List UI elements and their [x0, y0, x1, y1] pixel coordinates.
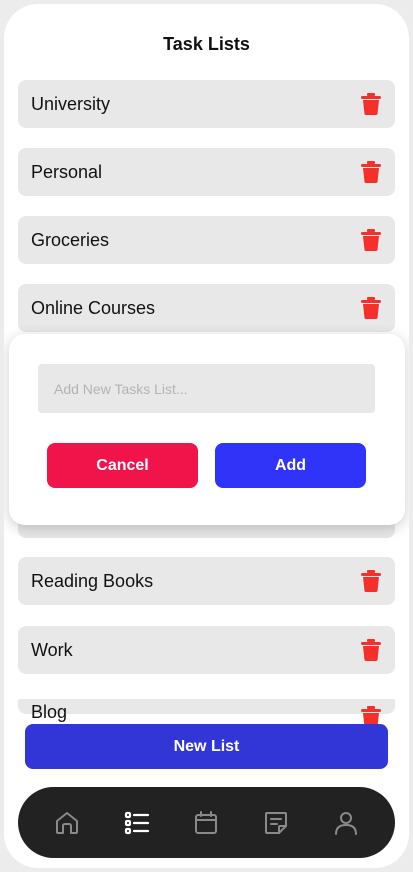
trash-icon[interactable] — [361, 161, 381, 183]
notes-icon — [265, 811, 288, 834]
add-button[interactable]: Add — [215, 443, 366, 488]
user-icon — [335, 811, 358, 835]
tab-profile[interactable] — [329, 806, 363, 840]
list-item-label: Personal — [31, 161, 103, 182]
add-list-modal: Cancel Add — [9, 334, 405, 525]
page-title: Task Lists — [163, 34, 250, 54]
list-icon — [124, 811, 149, 834]
tab-lists[interactable] — [120, 806, 154, 840]
new-list-button[interactable]: New List — [25, 724, 388, 769]
tab-calendar[interactable] — [189, 806, 223, 840]
list-item-label: Work — [31, 639, 73, 660]
tab-home[interactable] — [50, 806, 84, 840]
list-item-reading-books[interactable]: Reading Books — [18, 557, 395, 605]
list-item-blog[interactable]: Blog — [18, 699, 395, 728]
list-item-label: Blog — [31, 702, 68, 722]
tab-notes[interactable] — [259, 806, 293, 840]
list-item-label: Reading Books — [31, 570, 154, 591]
trash-icon[interactable] — [361, 639, 381, 661]
trash-icon[interactable] — [361, 93, 381, 115]
new-list-input[interactable] — [38, 364, 375, 413]
trash-icon[interactable] — [361, 229, 381, 251]
list-item-work[interactable]: Work — [18, 626, 395, 674]
trash-icon[interactable] — [361, 570, 381, 592]
list-item-online-courses[interactable]: Online Courses — [18, 284, 395, 332]
list-item-label: Groceries — [31, 229, 110, 250]
bottom-tab-bar — [18, 787, 395, 858]
list-item-groceries[interactable]: Groceries — [18, 216, 395, 264]
list-item-university[interactable]: University — [18, 80, 395, 128]
phone-screen: Task Lists University Personal Groceries… — [4, 4, 409, 868]
trash-icon[interactable] — [361, 297, 381, 319]
home-icon — [55, 811, 78, 834]
cancel-button[interactable]: Cancel — [47, 443, 198, 488]
list-item-personal[interactable]: Personal — [18, 148, 395, 196]
calendar-icon — [195, 810, 218, 834]
list-item-label: University — [31, 93, 111, 114]
list-item-label: Online Courses — [31, 297, 156, 318]
